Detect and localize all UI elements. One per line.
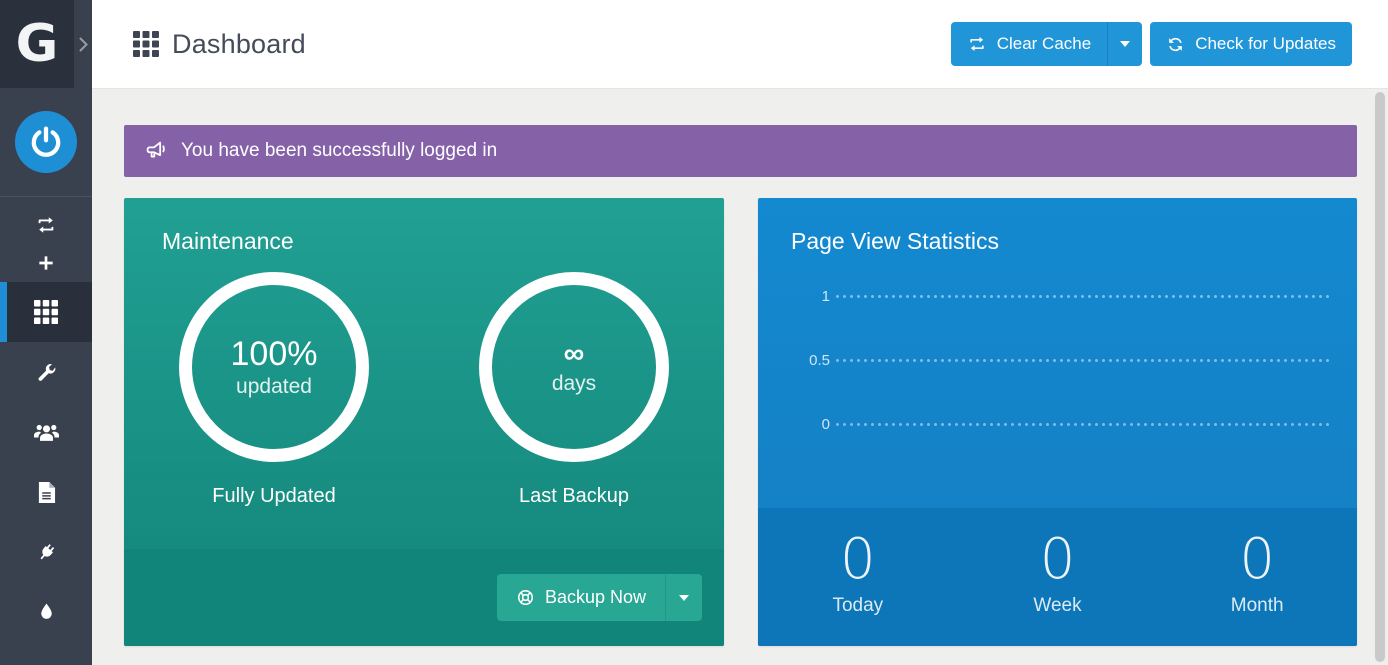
updated-caption: updated — [236, 375, 312, 399]
sidebar-item-users[interactable] — [0, 402, 92, 462]
stat-month: 0 Month — [1157, 532, 1357, 646]
notification-text: You have been successfully logged in — [181, 140, 497, 162]
backup-stat: ∞ days Last Backup — [424, 272, 724, 508]
clear-cache-dropdown-toggle[interactable] — [1107, 22, 1142, 66]
check-updates-button[interactable]: Check for Updates — [1150, 22, 1352, 66]
users-icon — [34, 422, 59, 443]
sidebar-item-tools[interactable] — [0, 342, 92, 402]
backup-label: Last Backup — [519, 485, 629, 508]
maintenance-footer: Backup Now — [124, 549, 724, 646]
sidebar-collapse-toggle[interactable] — [74, 0, 92, 88]
topbar: Dashboard Clear Cache Check for Updates — [92, 0, 1388, 89]
y-axis-tick: 0.5 — [758, 352, 836, 369]
clear-cache-label: Clear Cache — [997, 34, 1092, 54]
maintenance-panel: Maintenance 100% updated Fully Updated ∞… — [124, 198, 724, 646]
logout-power-button[interactable] — [15, 111, 77, 173]
updated-label: Fully Updated — [212, 485, 335, 508]
stat-today-label: Today — [832, 595, 883, 617]
chevron-right-icon — [79, 37, 88, 52]
gridline-row: 1 — [758, 287, 1357, 305]
sidebar-quick-tray — [0, 197, 92, 282]
caret-down-icon — [679, 595, 689, 601]
stat-week-label: Week — [1033, 595, 1081, 617]
sidebar-item-add[interactable] — [0, 244, 92, 282]
stat-week: 0 Week — [958, 532, 1158, 646]
grid-icon — [133, 31, 159, 57]
gridline-row: 0.5 — [758, 351, 1357, 369]
gridline-row: 0 — [758, 415, 1357, 433]
stat-month-value: 0 — [1239, 532, 1275, 588]
statistics-panel: Page View Statistics 1 0.5 0 0 Today 0 W… — [758, 198, 1357, 646]
header-actions: Clear Cache Check for Updates — [951, 22, 1352, 66]
y-axis-tick: 0 — [758, 416, 836, 433]
stat-month-label: Month — [1231, 595, 1284, 617]
updated-value: 100% — [231, 335, 318, 374]
grav-logo-letter: G — [16, 18, 59, 70]
caret-down-icon — [1120, 41, 1130, 47]
logo-row: G — [0, 0, 92, 88]
active-indicator — [0, 282, 7, 342]
avatar-section — [0, 88, 92, 197]
statistics-footer: 0 Today 0 Week 0 Month — [758, 508, 1357, 646]
plus-icon — [36, 253, 56, 273]
clear-cache-split-button: Clear Cache — [951, 22, 1143, 66]
stat-week-value: 0 — [1040, 532, 1076, 588]
check-updates-label: Check for Updates — [1195, 34, 1336, 54]
sidebar-item-dashboard[interactable] — [0, 282, 92, 342]
power-icon — [29, 125, 63, 159]
backup-now-button[interactable]: Backup Now — [497, 574, 665, 621]
y-axis-tick: 1 — [758, 288, 836, 305]
statistics-title: Page View Statistics — [758, 198, 1357, 255]
maintenance-title: Maintenance — [124, 198, 724, 255]
page-title: Dashboard — [133, 29, 306, 60]
sidebar-item-cache[interactable] — [0, 206, 92, 244]
sidebar-item-plugins[interactable] — [0, 522, 92, 582]
dotted-gridline — [836, 295, 1330, 298]
clear-cache-button[interactable]: Clear Cache — [951, 22, 1108, 66]
drop-icon — [38, 602, 55, 623]
dotted-gridline — [836, 423, 1330, 426]
stat-today-value: 0 — [840, 532, 876, 588]
page-title-text: Dashboard — [172, 29, 306, 60]
updated-ring: 100% updated — [179, 272, 369, 462]
main-content: You have been successfully logged in Mai… — [92, 88, 1388, 665]
refresh-icon — [1166, 35, 1185, 54]
stat-today: 0 Today — [758, 532, 958, 646]
lifering-icon — [516, 588, 535, 607]
backup-ring: ∞ days — [479, 272, 669, 462]
file-icon — [37, 481, 56, 504]
backup-value: ∞ — [564, 338, 585, 371]
backup-split-button: Backup Now — [497, 574, 702, 621]
backup-caption: days — [552, 372, 596, 396]
sidebar-item-themes[interactable] — [0, 582, 92, 642]
updated-stat: 100% updated Fully Updated — [124, 272, 424, 508]
sidebar-menu — [0, 282, 92, 642]
plug-icon — [31, 536, 62, 567]
app-logo[interactable]: G — [0, 0, 74, 88]
backup-now-label: Backup Now — [545, 587, 646, 608]
grid-icon — [34, 300, 58, 324]
sidebar-item-pages[interactable] — [0, 462, 92, 522]
maintenance-circles: 100% updated Fully Updated ∞ days Last B… — [124, 272, 724, 508]
backup-dropdown-toggle[interactable] — [665, 574, 702, 621]
sync-icon — [35, 214, 57, 236]
sidebar: G — [0, 0, 92, 665]
wrench-icon — [36, 362, 57, 383]
dotted-gridline — [836, 359, 1330, 362]
retweet-icon — [967, 34, 987, 54]
notification-banner: You have been successfully logged in — [124, 125, 1357, 177]
vertical-scrollbar[interactable] — [1375, 92, 1385, 662]
bullhorn-icon — [145, 141, 168, 162]
